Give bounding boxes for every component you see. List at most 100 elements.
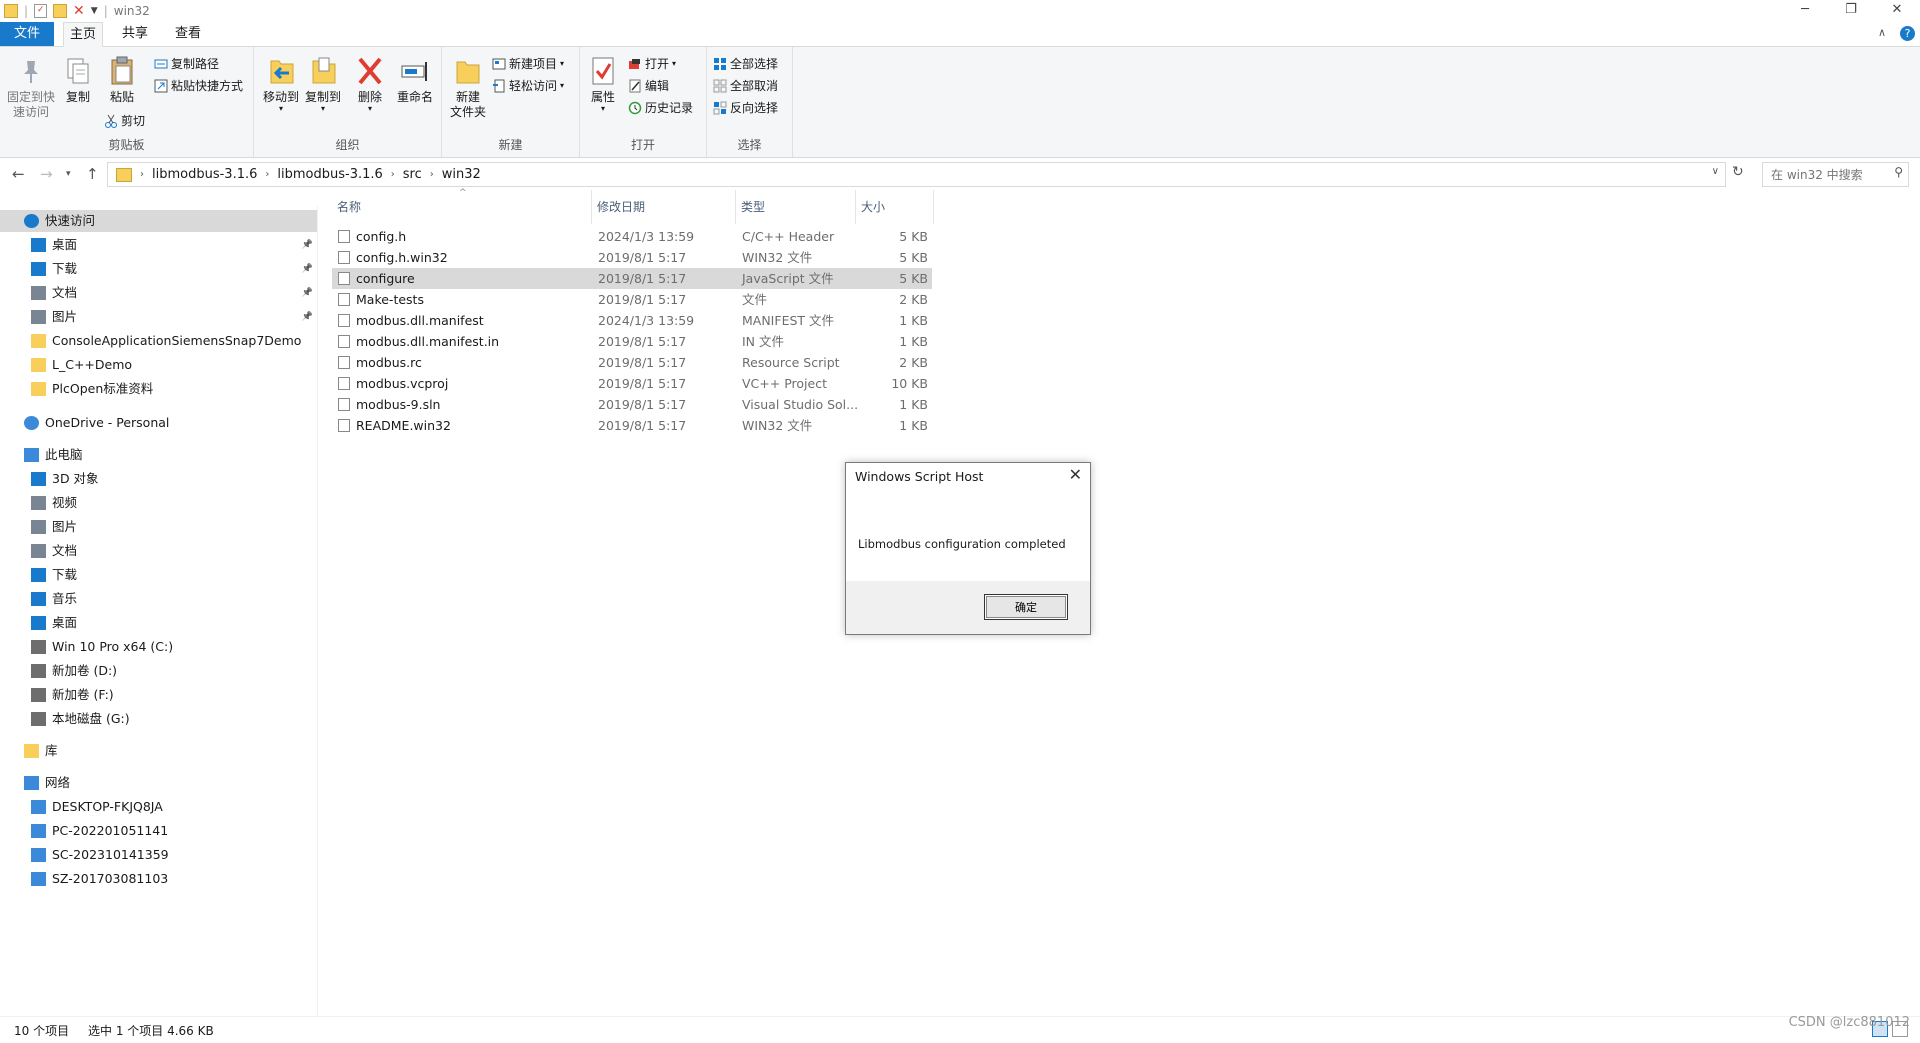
nav-pc-item[interactable]: 下载	[0, 564, 317, 586]
file-row[interactable]: modbus.rc 2019/8/1 5:17 Resource Script 2 K…	[332, 352, 932, 373]
breadcrumb-separator-icon[interactable]: ›	[140, 169, 144, 180]
ok-button[interactable]: 确定	[984, 594, 1068, 620]
file-row[interactable]: config.h 2024/1/3 13:59 C/C++ Header 5 KB	[332, 226, 932, 247]
nav-item-label: 文档	[52, 285, 78, 300]
delete-button[interactable]: 删除 ▾	[351, 55, 389, 113]
nav-quick-access[interactable]: 快速访问	[0, 210, 317, 232]
nav-quick-item[interactable]: L_C++Demo	[0, 354, 317, 376]
breadcrumb-item[interactable]: win32	[442, 167, 481, 182]
edit-button[interactable]: 编辑	[628, 77, 669, 95]
breadcrumb-item[interactable]: libmodbus-3.1.6	[152, 167, 257, 182]
breadcrumb-separator-icon[interactable]: ›	[430, 169, 434, 180]
nav-onedrive[interactable]: OneDrive - Personal	[0, 412, 317, 434]
select-none-button[interactable]: 全部取消	[713, 77, 778, 95]
properties-quick-icon[interactable]: ✓	[34, 4, 48, 18]
back-arrow-icon[interactable]: ←	[12, 165, 25, 183]
column-header-size[interactable]: 大小	[856, 190, 934, 224]
search-input[interactable]	[1769, 166, 1885, 184]
address-bar[interactable]: › libmodbus-3.1.6 › libmodbus-3.1.6 › sr…	[107, 162, 1726, 187]
nav-network-item[interactable]: DESKTOP-FKJQ8JA	[0, 796, 317, 818]
delete-quick-icon[interactable]: ✕	[73, 3, 85, 19]
file-row[interactable]: Make-tests 2019/8/1 5:17 文件 2 KB	[332, 289, 932, 310]
nav-network-item[interactable]: SC-202310141359	[0, 844, 317, 866]
dialog-close-icon[interactable]: ✕	[1069, 465, 1082, 484]
nav-quick-item[interactable]: 下载 📌	[0, 258, 317, 280]
tab-file[interactable]: 文件	[0, 22, 54, 46]
column-header-modified[interactable]: 修改日期	[592, 190, 736, 224]
tab-view[interactable]: 查看	[169, 22, 207, 46]
nav-network-item[interactable]: SZ-201703081103	[0, 868, 317, 890]
easy-access-button[interactable]: 轻松访问 ▾	[492, 77, 564, 95]
open-button[interactable]: 打开 ▾	[628, 55, 676, 73]
address-dropdown-icon[interactable]: ∨	[1712, 166, 1719, 177]
forward-arrow-icon[interactable]: →	[40, 165, 53, 183]
file-row[interactable]: modbus-9.sln 2019/8/1 5:17 Visual Studio S…	[332, 394, 932, 415]
nav-pc-item[interactable]: 音乐	[0, 588, 317, 610]
move-to-button[interactable]: 移动到 ▾	[261, 55, 301, 113]
nav-network[interactable]: 网络	[0, 772, 317, 794]
paste-button[interactable]: 粘贴	[104, 55, 140, 105]
nav-quick-item[interactable]: 图片 📌	[0, 306, 317, 328]
breadcrumb-item[interactable]: libmodbus-3.1.6	[277, 167, 382, 182]
copy-to-button[interactable]: 复制到 ▾	[303, 55, 343, 113]
nav-quick-item[interactable]: 文档 📌	[0, 282, 317, 304]
close-button[interactable]: ✕	[1874, 0, 1920, 22]
file-row[interactable]: configure 2019/8/1 5:17 JavaScript 文件 5 KB	[332, 268, 932, 289]
search-box[interactable]: ⚲	[1762, 162, 1909, 187]
file-row[interactable]: modbus.dll.manifest.in 2019/8/1 5:17 IN 文件…	[332, 331, 932, 352]
breadcrumb-separator-icon[interactable]: ›	[265, 169, 269, 180]
nav-pc-item[interactable]: 3D 对象	[0, 468, 317, 490]
file-row[interactable]: modbus.vcproj 2019/8/1 5:17 VC++ Project 10…	[332, 373, 932, 394]
nav-pc-item[interactable]: 新加卷 (F:)	[0, 684, 317, 706]
select-all-button[interactable]: 全部选择	[713, 55, 778, 73]
pin-quick-access-button[interactable]: 固定到快 速访问	[6, 55, 56, 120]
nav-pc-item[interactable]: 新加卷 (D:)	[0, 660, 317, 682]
tab-home[interactable]: 主页	[63, 22, 103, 47]
tab-share[interactable]: 共享	[116, 22, 154, 46]
pin-icon[interactable]: 📌	[302, 306, 313, 328]
nav-library[interactable]: 库	[0, 740, 317, 762]
new-item-button[interactable]: 新建项目 ▾	[492, 55, 564, 73]
copy-button[interactable]: 复制	[60, 55, 96, 105]
file-row[interactable]: README.win32 2019/8/1 5:17 WIN32 文件 1 KB	[332, 415, 932, 436]
recent-locations-icon[interactable]: ▾	[66, 169, 71, 179]
up-arrow-icon[interactable]: ↑	[86, 165, 99, 183]
pin-icon[interactable]: 📌	[302, 234, 313, 256]
nav-pc-item[interactable]: 桌面	[0, 612, 317, 634]
new-folder-quick-icon[interactable]	[53, 4, 68, 18]
copy-path-button[interactable]: 复制路径	[154, 55, 219, 73]
pin-icon[interactable]: 📌	[302, 282, 313, 304]
nav-pc-item[interactable]: 图片	[0, 516, 317, 538]
minimize-button[interactable]: ─	[1782, 0, 1828, 22]
nav-quick-item[interactable]: PlcOpen标准资料	[0, 378, 317, 400]
nav-pc-item[interactable]: 文档	[0, 540, 317, 562]
new-folder-button[interactable]: 新建 文件夹	[448, 55, 488, 120]
collapse-ribbon-icon[interactable]: ∧	[1878, 26, 1886, 39]
nav-pc-item[interactable]: 视频	[0, 492, 317, 514]
file-icon	[338, 356, 350, 369]
breadcrumb-item[interactable]: src	[403, 167, 422, 182]
file-row[interactable]: modbus.dll.manifest 2024/1/3 13:59 MANIFES…	[332, 310, 932, 331]
customize-dropdown-icon[interactable]: ▼	[91, 6, 98, 16]
history-button[interactable]: 历史记录	[628, 99, 693, 117]
paste-shortcut-button[interactable]: 粘贴快捷方式	[154, 77, 243, 95]
properties-button[interactable]: 属性 ▾	[584, 55, 622, 113]
pin-icon[interactable]: 📌	[302, 258, 313, 280]
column-header-type[interactable]: 类型	[736, 190, 856, 224]
refresh-icon[interactable]: ↻	[1732, 164, 1744, 180]
maximize-button[interactable]: ❐	[1828, 0, 1874, 22]
rename-button[interactable]: 重命名	[394, 55, 436, 105]
help-icon[interactable]: ?	[1900, 26, 1915, 41]
search-icon[interactable]: ⚲	[1894, 165, 1903, 179]
nav-this-pc[interactable]: 此电脑	[0, 444, 317, 466]
file-row[interactable]: config.h.win32 2019/8/1 5:17 WIN32 文件 5 KB	[332, 247, 932, 268]
nav-pc-item[interactable]: Win 10 Pro x64 (C:)	[0, 636, 317, 658]
nav-quick-item[interactable]: ConsoleApplicationSiemensSnap7Demo	[0, 330, 317, 352]
nav-network-item[interactable]: PC-202201051141	[0, 820, 317, 842]
nav-item-label: 下载	[52, 567, 78, 582]
breadcrumb-separator-icon[interactable]: ›	[391, 169, 395, 180]
cut-button[interactable]: 剪切	[104, 112, 145, 130]
invert-selection-button[interactable]: 反向选择	[713, 99, 778, 117]
nav-pc-item[interactable]: 本地磁盘 (G:)	[0, 708, 317, 730]
nav-quick-item[interactable]: 桌面 📌	[0, 234, 317, 256]
